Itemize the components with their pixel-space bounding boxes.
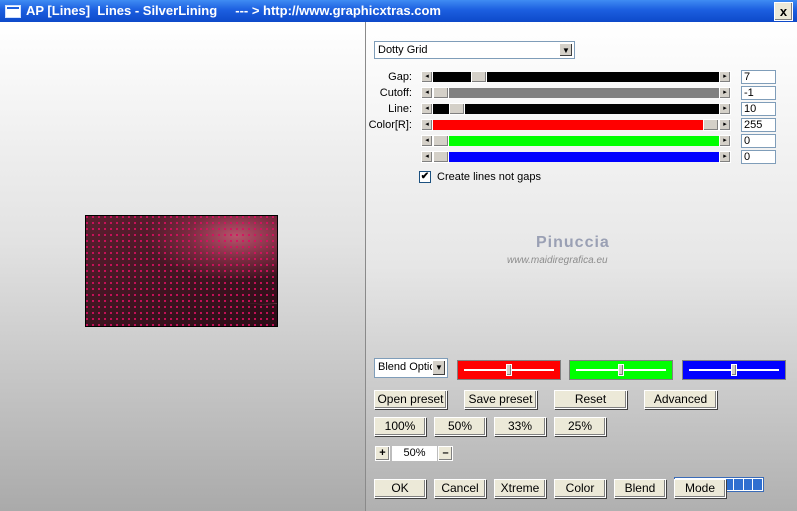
- gap-value-field[interactable]: 7: [741, 70, 776, 84]
- mode-button[interactable]: Mode: [674, 479, 726, 498]
- left-arrow-icon[interactable]: ◂: [421, 151, 433, 163]
- left-arrow-icon[interactable]: ◂: [421, 135, 433, 147]
- color-r-slider[interactable]: ◂ ▸: [421, 119, 731, 131]
- line-slider[interactable]: ◂ ▸: [421, 103, 731, 115]
- preset-dropdown[interactable]: Dotty Grid ▼: [374, 41, 575, 59]
- blue-mini-slider[interactable]: [682, 360, 786, 380]
- line-label: Line:: [388, 103, 412, 115]
- preset-dropdown-value: Dotty Grid: [378, 44, 428, 56]
- watermark-url: www.maidiregrafica.eu: [507, 255, 608, 266]
- gap-thumb[interactable]: [470, 71, 487, 83]
- zoom-50-button[interactable]: 50%: [434, 417, 486, 436]
- watermark-name: Pinuccia: [536, 234, 610, 251]
- blend-options-dropdown[interactable]: Blend Optic ▼: [374, 358, 448, 378]
- window-title: AP [Lines] Lines - SilverLining --- > ht…: [26, 3, 441, 18]
- progress-segment: [753, 479, 763, 490]
- color-b-value-field[interactable]: 0: [741, 150, 776, 164]
- mini-slider-knob[interactable]: [618, 364, 624, 376]
- mini-slider-knob[interactable]: [731, 364, 737, 376]
- zoom-25-button[interactable]: 25%: [554, 417, 606, 436]
- right-arrow-icon[interactable]: ▸: [719, 151, 731, 163]
- line-value-field[interactable]: 10: [741, 102, 776, 116]
- cutoff-slider[interactable]: ◂ ▸: [421, 87, 731, 99]
- save-preset-button[interactable]: Save preset: [464, 390, 537, 409]
- gap-label: Gap:: [388, 71, 412, 83]
- preview-pane: [0, 22, 366, 511]
- cutoff-track[interactable]: [433, 87, 719, 99]
- color-g-track[interactable]: [433, 135, 719, 147]
- gap-track[interactable]: [433, 71, 719, 83]
- close-button[interactable]: x: [774, 2, 793, 21]
- color-b-thumb[interactable]: [433, 151, 449, 163]
- color-r-label: Color[R]:: [368, 119, 412, 131]
- color-b-slider[interactable]: ◂ ▸: [421, 151, 731, 163]
- right-arrow-icon[interactable]: ▸: [719, 119, 731, 131]
- zoom-out-button[interactable]: –: [438, 446, 453, 461]
- cutoff-value-field[interactable]: -1: [741, 86, 776, 100]
- cutoff-label: Cutoff:: [379, 87, 412, 99]
- cancel-button[interactable]: Cancel: [434, 479, 486, 498]
- color-r-value-field[interactable]: 255: [741, 118, 776, 132]
- title-bar: AP [Lines] Lines - SilverLining --- > ht…: [0, 0, 797, 22]
- line-track[interactable]: [433, 103, 719, 115]
- chevron-down-icon[interactable]: ▼: [432, 360, 446, 376]
- right-arrow-icon[interactable]: ▸: [719, 71, 731, 83]
- line-thumb[interactable]: [449, 103, 466, 115]
- color-g-value-field[interactable]: 0: [741, 134, 776, 148]
- zoom-100-button[interactable]: 100%: [374, 417, 426, 436]
- right-arrow-icon[interactable]: ▸: [719, 87, 731, 99]
- color-r-track[interactable]: [433, 119, 719, 131]
- reset-button[interactable]: Reset: [554, 390, 627, 409]
- gap-slider[interactable]: ◂ ▸: [421, 71, 731, 83]
- zoom-value[interactable]: 50%: [392, 446, 437, 461]
- mini-slider-knob[interactable]: [506, 364, 512, 376]
- left-arrow-icon[interactable]: ◂: [421, 119, 433, 131]
- create-lines-checkbox[interactable]: ✔: [419, 171, 431, 183]
- zoom-in-button[interactable]: +: [375, 446, 390, 461]
- right-arrow-icon[interactable]: ▸: [719, 135, 731, 147]
- red-mini-slider[interactable]: [457, 360, 561, 380]
- color-g-thumb[interactable]: [433, 135, 449, 147]
- xtreme-button[interactable]: Xtreme: [494, 479, 546, 498]
- cutoff-thumb[interactable]: [433, 87, 449, 99]
- progress-segment: [743, 479, 753, 490]
- left-arrow-icon[interactable]: ◂: [421, 71, 433, 83]
- open-preset-button[interactable]: Open preset: [374, 390, 447, 409]
- preview-swirl: [142, 216, 277, 324]
- create-lines-label: Create lines not gaps: [437, 171, 541, 183]
- color-g-slider[interactable]: ◂ ▸: [421, 135, 731, 147]
- color-r-thumb[interactable]: [703, 119, 719, 131]
- advanced-button[interactable]: Advanced: [644, 390, 717, 409]
- controls-pane: Dotty Grid ▼ Gap: ◂ ▸ 7 Cutoff: ◂ ▸ -1 Line: ◂ ▸ 10…: [366, 22, 797, 511]
- color-b-track[interactable]: [433, 151, 719, 163]
- blend-button[interactable]: Blend: [614, 479, 666, 498]
- left-arrow-icon[interactable]: ◂: [421, 103, 433, 115]
- chevron-down-icon[interactable]: ▼: [559, 43, 573, 57]
- right-arrow-icon[interactable]: ▸: [719, 103, 731, 115]
- progress-segment: [734, 479, 743, 490]
- window-icon: [5, 5, 21, 18]
- green-mini-slider[interactable]: [569, 360, 673, 380]
- left-arrow-icon[interactable]: ◂: [421, 87, 433, 99]
- preview-image: [85, 215, 278, 327]
- color-button[interactable]: Color: [554, 479, 606, 498]
- blend-options-value: Blend Optic: [378, 361, 432, 373]
- ok-button[interactable]: OK: [374, 479, 426, 498]
- zoom-33-button[interactable]: 33%: [494, 417, 546, 436]
